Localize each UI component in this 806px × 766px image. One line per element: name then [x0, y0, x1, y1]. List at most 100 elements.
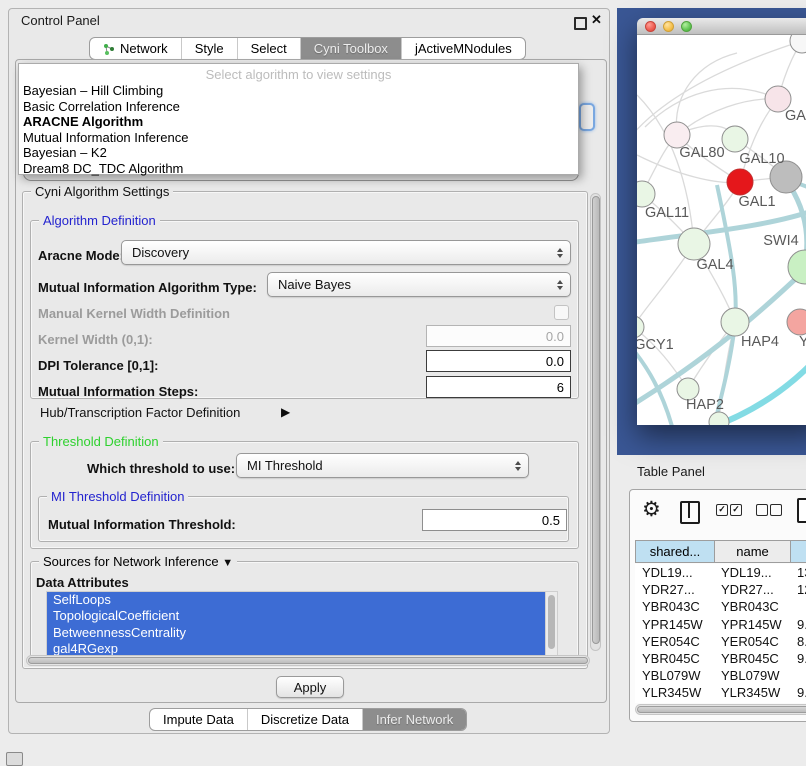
float-panel-icon[interactable]: [574, 17, 587, 30]
cell[interactable]: 9.: [790, 684, 806, 701]
tab-infer-network[interactable]: Infer Network: [362, 709, 466, 730]
mi-threshold-input[interactable]: [422, 509, 567, 531]
node-swi4[interactable]: [788, 250, 806, 284]
attributes-scrollbar[interactable]: [545, 592, 557, 656]
dropdown-item[interactable]: Bayesian – Hill Climbing: [19, 83, 578, 99]
attribute-item[interactable]: SelfLoops: [47, 592, 557, 608]
node-hap4[interactable]: [721, 308, 749, 336]
table-horizontal-scrollbar[interactable]: [635, 704, 806, 715]
cell[interactable]: 12: [790, 581, 806, 598]
node-gal4[interactable]: [678, 228, 710, 260]
settings-horizontal-scrollbar-thumb[interactable]: [28, 657, 588, 664]
dropdown-item[interactable]: Dream8 DC_TDC Algorithm: [19, 161, 578, 177]
minimize-traffic-light[interactable]: [663, 21, 674, 32]
document-icon[interactable]: [797, 498, 806, 523]
collapse-right-icon[interactable]: ▶: [281, 405, 290, 419]
tab-cyni-toolbox[interactable]: Cyni Toolbox: [300, 38, 401, 59]
dropdown-item[interactable]: Mutual Information Inference: [19, 130, 578, 146]
columns-icon[interactable]: [680, 501, 700, 524]
manual-kernel-checkbox[interactable]: [554, 305, 569, 320]
network-window-titlebar[interactable]: [637, 18, 806, 35]
settings-vertical-scrollbar[interactable]: [590, 193, 601, 651]
cell[interactable]: 9.: [790, 616, 806, 633]
network-canvas[interactable]: GAL GAL80 GAL10 GAL1 GAL11 SWI4 GAL4 GCY…: [637, 35, 806, 425]
algorithm-combo-focus-fragment[interactable]: [579, 103, 595, 131]
cell[interactable]: 13: [790, 564, 806, 581]
cell[interactable]: YPR145W: [635, 616, 714, 633]
cell[interactable]: YBR043C: [714, 598, 790, 615]
cell[interactable]: YBL079W: [635, 667, 714, 684]
tab-discretize-data[interactable]: Discretize Data: [247, 709, 362, 730]
cell[interactable]: 9.: [790, 650, 806, 667]
column-header-shared-name[interactable]: shared...: [635, 540, 715, 563]
cell[interactable]: YER054C: [635, 633, 714, 650]
cell[interactable]: 9: [790, 702, 806, 704]
mi-steps-input[interactable]: [426, 376, 571, 398]
hub-definition-toggle-label[interactable]: Hub/Transcription Factor Definition: [40, 405, 240, 420]
cell[interactable]: YDL19...: [635, 564, 714, 581]
column-header-partial[interactable]: [790, 540, 806, 563]
close-icon[interactable]: ✕: [591, 12, 602, 28]
cell[interactable]: [790, 598, 806, 615]
cell[interactable]: 8.: [790, 633, 806, 650]
settings-horizontal-scrollbar[interactable]: [26, 655, 590, 666]
kernel-width-input[interactable]: [426, 325, 571, 347]
cell[interactable]: YLR345W: [635, 684, 714, 701]
dropdown-item[interactable]: Bayesian – K2: [19, 145, 578, 161]
tab-style[interactable]: Style: [181, 38, 237, 59]
minimized-panel-icon[interactable]: [6, 752, 23, 766]
cell[interactable]: YDR27...: [635, 581, 714, 598]
close-traffic-light[interactable]: [645, 21, 656, 32]
dropdown-item[interactable]: Basic Correlation Inference: [19, 99, 578, 115]
table-row[interactable]: YPR145WYPR145W9.: [635, 616, 806, 633]
checked-checkbox-icon[interactable]: ✓: [716, 504, 728, 516]
node-partial-top[interactable]: [790, 35, 806, 53]
table-horizontal-scrollbar-thumb[interactable]: [637, 706, 806, 713]
cell[interactable]: YDL19...: [714, 564, 790, 581]
cell[interactable]: YBL079W: [714, 667, 790, 684]
cell[interactable]: [790, 667, 806, 684]
tab-select[interactable]: Select: [237, 38, 300, 59]
tab-jactivemnodules[interactable]: jActiveMNodules: [401, 38, 525, 59]
table-row[interactable]: YBL079WYBL079W: [635, 667, 806, 684]
which-threshold-select[interactable]: MI Threshold: [236, 453, 529, 478]
table-row[interactable]: YBR043CYBR043C: [635, 598, 806, 615]
node-partial-bottom[interactable]: [709, 412, 729, 425]
tab-network[interactable]: Network: [90, 38, 181, 59]
node-gal1[interactable]: [727, 169, 753, 195]
table-row[interactable]: YIL052CYIL052C9: [635, 702, 806, 704]
tab-impute-data[interactable]: Impute Data: [150, 709, 247, 730]
checked-checkbox-icon[interactable]: ✓: [730, 504, 742, 516]
unchecked-checkbox-icon[interactable]: [756, 504, 768, 516]
cell[interactable]: YER054C: [714, 633, 790, 650]
cell[interactable]: YLR345W: [714, 684, 790, 701]
gear-icon[interactable]: ⚙: [642, 498, 661, 522]
dropdown-item-selected[interactable]: ARACNE Algorithm: [19, 114, 578, 130]
node-y-partial[interactable]: [787, 309, 806, 335]
attributes-scrollbar-thumb[interactable]: [548, 595, 555, 649]
cell[interactable]: YPR145W: [714, 616, 790, 633]
apply-button[interactable]: Apply: [276, 676, 344, 698]
table-row[interactable]: YDL19...YDL19...13: [635, 564, 806, 581]
attribute-item[interactable]: BetweennessCentrality: [47, 625, 557, 641]
cell[interactable]: YDR27...: [714, 581, 790, 598]
unchecked-checkbox-icon[interactable]: [770, 504, 782, 516]
table-row[interactable]: YDR27...YDR27...12: [635, 581, 806, 598]
mi-type-select[interactable]: Naive Bayes: [267, 272, 571, 297]
zoom-traffic-light[interactable]: [681, 21, 692, 32]
node-gal10[interactable]: [722, 126, 748, 152]
table-row[interactable]: YER054CYER054C8.: [635, 633, 806, 650]
cell[interactable]: YBR045C: [714, 650, 790, 667]
cell[interactable]: YBR043C: [635, 598, 714, 615]
cell[interactable]: YIL052C: [635, 702, 714, 704]
table-row[interactable]: YLR345WYLR345W9.: [635, 684, 806, 701]
collapse-down-icon[interactable]: ▼: [222, 556, 233, 571]
aracne-mode-select[interactable]: Discovery: [121, 240, 571, 265]
column-header-name[interactable]: name: [714, 540, 791, 563]
cell[interactable]: YBR045C: [635, 650, 714, 667]
dpi-tolerance-input[interactable]: [426, 350, 571, 372]
table-row[interactable]: YBR045CYBR045C9.: [635, 650, 806, 667]
settings-vertical-scrollbar-thumb[interactable]: [592, 196, 600, 644]
attribute-item[interactable]: TopologicalCoefficient: [47, 608, 557, 624]
cell[interactable]: YIL052C: [714, 702, 790, 704]
